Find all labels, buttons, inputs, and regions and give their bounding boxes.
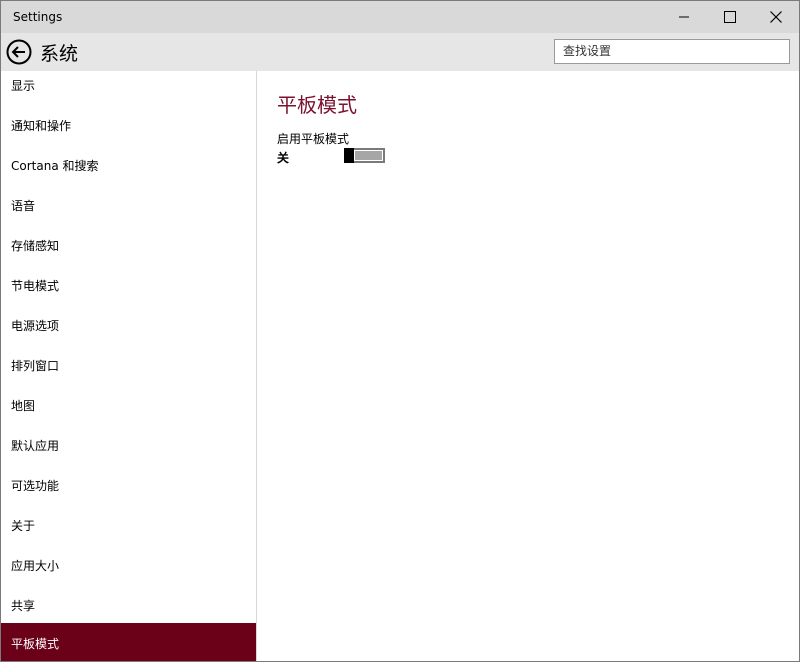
toggle-track bbox=[355, 151, 382, 160]
sidebar-item-battery-saver[interactable]: 节电模式 bbox=[1, 265, 256, 305]
title-bar[interactable]: Settings bbox=[1, 1, 799, 33]
sidebar-item-speech[interactable]: 语音 bbox=[1, 185, 256, 225]
maximize-icon bbox=[724, 11, 736, 23]
section-title: 系统 bbox=[40, 42, 79, 65]
sidebar-item-optional-features[interactable]: 可选功能 bbox=[1, 465, 256, 505]
search-input[interactable]: 查找设置 bbox=[554, 39, 790, 64]
close-button[interactable] bbox=[753, 1, 799, 33]
sidebar-item-app-sizes[interactable]: 应用大小 bbox=[1, 545, 256, 585]
sidebar-item-power[interactable]: 电源选项 bbox=[1, 305, 256, 345]
close-icon bbox=[770, 11, 782, 23]
sidebar-item-share[interactable]: 共享 bbox=[1, 585, 256, 625]
back-arrow-icon bbox=[6, 39, 32, 65]
sidebar-item-multitasking[interactable]: 排列窗口 bbox=[1, 345, 256, 385]
settings-window: Settings 系统 查找设置 显示 通知和操作 Cortana 和搜索 语音… bbox=[0, 0, 800, 662]
tablet-mode-setting-label: 启用平板模式 bbox=[277, 132, 350, 146]
toggle-state-label: 关 bbox=[277, 151, 290, 165]
minimize-button[interactable] bbox=[661, 1, 707, 33]
sidebar-item-tablet-mode[interactable]: 平板模式 bbox=[1, 623, 256, 661]
minimize-icon bbox=[679, 16, 689, 18]
sidebar-item-maps[interactable]: 地图 bbox=[1, 385, 256, 425]
settings-header: 系统 查找设置 bbox=[1, 33, 799, 71]
tablet-mode-toggle[interactable] bbox=[344, 148, 385, 163]
back-button[interactable] bbox=[6, 39, 32, 65]
page-title: 平板模式 bbox=[277, 93, 357, 117]
sidebar-item-display[interactable]: 显示 bbox=[1, 71, 256, 105]
main-content: 平板模式 启用平板模式 关 bbox=[258, 71, 799, 661]
sidebar-item-notifications[interactable]: 通知和操作 bbox=[1, 105, 256, 145]
toggle-thumb[interactable] bbox=[344, 148, 354, 163]
window-title: Settings bbox=[13, 10, 63, 24]
sidebar-item-default-apps[interactable]: 默认应用 bbox=[1, 425, 256, 465]
sidebar-item-storage[interactable]: 存储感知 bbox=[1, 225, 256, 265]
sidebar-item-about[interactable]: 关于 bbox=[1, 505, 256, 545]
sidebar-item-cortana[interactable]: Cortana 和搜索 bbox=[1, 145, 256, 185]
sidebar-nav: 显示 通知和操作 Cortana 和搜索 语音 存储感知 节电模式 电源选项 排… bbox=[1, 71, 257, 661]
maximize-button[interactable] bbox=[707, 1, 753, 33]
